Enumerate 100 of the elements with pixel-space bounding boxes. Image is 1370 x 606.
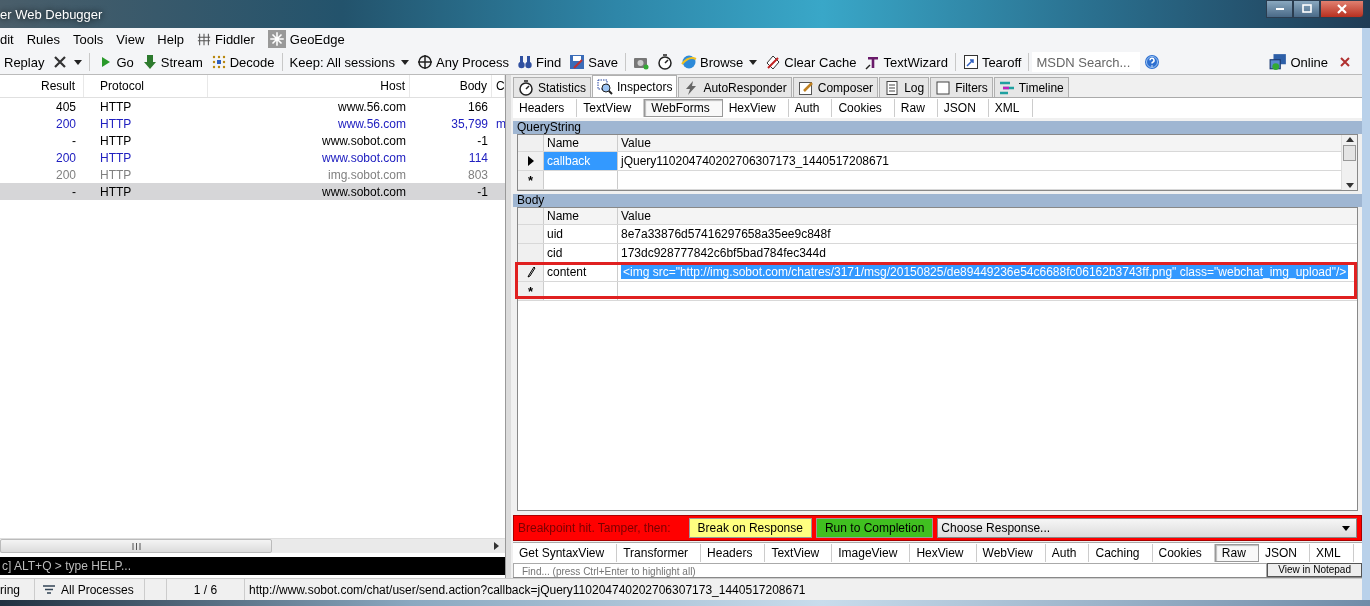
tab[interactable]: HexView bbox=[722, 99, 789, 117]
menu-item[interactable]: Help bbox=[157, 31, 198, 47]
value-cell[interactable]: 173dc928777842c6bf5bad784fec344d bbox=[621, 246, 826, 260]
save-icon bbox=[569, 54, 586, 70]
tab[interactable]: Get SyntaxView bbox=[513, 544, 618, 562]
crosshair-icon bbox=[417, 54, 434, 70]
toolbar-button[interactable]: Find bbox=[513, 51, 566, 73]
tab[interactable]: Composer bbox=[792, 77, 879, 97]
toolbar-button[interactable]: Clear Cache bbox=[761, 51, 861, 73]
name-cell[interactable]: cid bbox=[544, 244, 618, 262]
tab[interactable]: Headers bbox=[701, 544, 766, 562]
host-cell-text: www.sobot.com bbox=[320, 184, 407, 199]
up-arrow-icon[interactable] bbox=[1345, 137, 1354, 142]
search-field[interactable]: MSDN Search... bbox=[1032, 52, 1141, 72]
tab[interactable]: WebForms bbox=[644, 99, 723, 117]
menu-item[interactable]: Rules bbox=[26, 31, 73, 47]
view-in-notepad-button[interactable]: View in Notepad bbox=[1267, 563, 1362, 577]
breakpoint-button[interactable]: Run to Completion bbox=[815, 518, 934, 538]
tab[interactable]: Timeline bbox=[993, 77, 1069, 97]
menu-item[interactable]: dit bbox=[0, 31, 27, 47]
tab[interactable]: Statistics bbox=[513, 77, 591, 97]
tab[interactable]: Caching bbox=[1089, 544, 1153, 562]
find-field[interactable]: Find... (press Ctrl+Enter to highlight all) bbox=[513, 563, 1268, 577]
protocol-cell-text: HTTP bbox=[99, 184, 133, 199]
online-button[interactable]: Online bbox=[1265, 51, 1332, 73]
tab[interactable]: Raw bbox=[894, 99, 938, 117]
tab[interactable]: Transformer bbox=[617, 544, 702, 562]
menu-item[interactable]: Tools bbox=[73, 31, 117, 47]
tab[interactable]: JSON bbox=[1258, 544, 1310, 562]
quickexec-field[interactable]: c] ALT+Q > type HELP... bbox=[0, 557, 505, 575]
minimize-button[interactable] bbox=[1266, 0, 1293, 18]
tab[interactable]: Log bbox=[879, 77, 930, 97]
menu-item[interactable]: View bbox=[116, 31, 158, 47]
vertical-scrollbar[interactable] bbox=[1341, 135, 1357, 190]
toolbar-button[interactable]: Tearoff bbox=[958, 51, 1026, 73]
row-header[interactable] bbox=[518, 152, 544, 170]
caret-icon bbox=[401, 59, 410, 65]
tab[interactable]: Headers bbox=[513, 99, 578, 117]
cross-icon bbox=[52, 54, 69, 70]
toolbar-button[interactable]: Stream bbox=[137, 51, 207, 73]
tab[interactable]: WebView bbox=[976, 544, 1046, 562]
tab[interactable]: Auth bbox=[788, 99, 833, 117]
protocol-cell-text: HTTP bbox=[99, 116, 133, 131]
name-cell[interactable]: uid bbox=[544, 225, 618, 243]
session-row[interactable]: - HTTP www.sobot.com -1 bbox=[0, 132, 505, 149]
protocol-cell-text: HTTP bbox=[99, 150, 133, 165]
right-arrow-icon[interactable] bbox=[494, 542, 499, 550]
tab[interactable]: XML bbox=[988, 99, 1033, 117]
toolbar-button[interactable]: Any Process bbox=[413, 51, 514, 73]
menu-item[interactable]: Fiddler bbox=[215, 31, 268, 47]
maximize-button[interactable] bbox=[1293, 0, 1320, 18]
caret-icon bbox=[1342, 525, 1350, 531]
tab[interactable]: Filters bbox=[930, 77, 993, 97]
down-arrow-icon[interactable] bbox=[1345, 183, 1354, 188]
column-header[interactable]: Protocol bbox=[84, 75, 208, 97]
toolbar-button[interactable]: Replay bbox=[0, 51, 49, 73]
session-row[interactable]: 200 HTTP www.56.com 35,799 m bbox=[0, 115, 505, 132]
close-icon[interactable] bbox=[1340, 57, 1350, 67]
toolbar-button[interactable]: Browse bbox=[676, 51, 762, 73]
breakpoint-button[interactable]: Break on Response bbox=[688, 518, 812, 538]
result-cell-text: 405 bbox=[54, 99, 77, 114]
tab[interactable]: TextView bbox=[765, 544, 833, 562]
toolbar-button[interactable]: TextWizard bbox=[860, 51, 952, 73]
new-row-marker[interactable]: * bbox=[518, 171, 544, 189]
response-dropdown[interactable]: Choose Response... bbox=[937, 518, 1357, 538]
session-row[interactable]: - HTTP www.sobot.com -1 bbox=[0, 183, 505, 200]
value-cell[interactable]: jQuery110204740202706307173_1440517208671 bbox=[621, 154, 890, 168]
toolbar-button[interactable]: Decode bbox=[206, 51, 279, 73]
horizontal-scrollbar[interactable] bbox=[0, 538, 505, 553]
caret-icon bbox=[74, 59, 83, 65]
value-cell[interactable]: 8e7a33876d57416297658a35ee9c848f bbox=[621, 227, 831, 241]
checkbox-icon bbox=[935, 79, 952, 96]
tab[interactable]: Cookies bbox=[832, 99, 895, 117]
close-icon bbox=[1336, 3, 1348, 15]
tab[interactable]: Cookies bbox=[1152, 544, 1215, 562]
tab[interactable]: AutoResponder bbox=[678, 77, 792, 97]
column-header: Value bbox=[618, 208, 1357, 224]
toolbar-button[interactable]: Save bbox=[565, 51, 622, 73]
toolbar-button[interactable]: Go bbox=[93, 51, 138, 73]
tab[interactable]: ImageView bbox=[832, 544, 911, 562]
session-row[interactable]: 200 HTTP www.sobot.com 114 bbox=[0, 149, 505, 166]
tab[interactable]: HexView bbox=[910, 544, 977, 562]
grid-icon bbox=[197, 32, 212, 46]
toolbar-button[interactable]: Keep: All sessions bbox=[285, 51, 414, 73]
tab[interactable]: Raw bbox=[1214, 544, 1259, 562]
tab[interactable]: Inspectors bbox=[592, 75, 678, 97]
session-row[interactable]: 405 HTTP www.56.com 166 bbox=[0, 98, 505, 115]
menu-item[interactable]: GeoEdge bbox=[289, 31, 358, 47]
result-cell-text: - bbox=[71, 184, 77, 199]
session-row[interactable]: 200 HTTP img.sobot.com 803 bbox=[0, 166, 505, 183]
column-header[interactable]: Body bbox=[410, 75, 492, 97]
tab[interactable]: Auth bbox=[1045, 544, 1090, 562]
name-cell[interactable]: content bbox=[544, 263, 618, 281]
tab[interactable]: JSON bbox=[937, 99, 989, 117]
close-button[interactable] bbox=[1320, 0, 1364, 18]
column-header[interactable]: Host bbox=[208, 75, 410, 97]
eraser-icon bbox=[765, 54, 782, 70]
protocol-cell-text: HTTP bbox=[99, 133, 133, 148]
tab[interactable]: XML bbox=[1309, 544, 1354, 562]
column-header[interactable]: Result bbox=[0, 75, 84, 97]
